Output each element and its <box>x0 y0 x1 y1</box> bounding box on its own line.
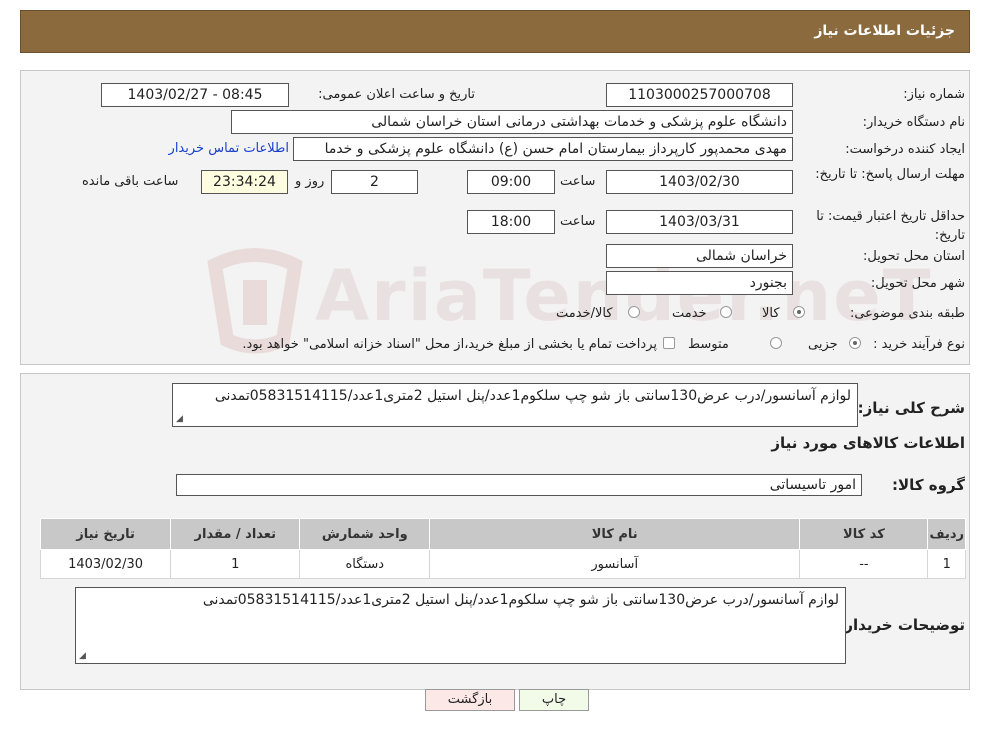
cell-goods-code: -- <box>799 549 929 579</box>
time-remaining-field: 23:34:24 <box>201 170 288 194</box>
goods-table-header-row: ردیف کد کالا نام کالا واحد شمارش تعداد /… <box>39 518 966 550</box>
goods-info-heading: اطلاعات کالاهای مورد نیاز <box>771 434 965 452</box>
col-quantity: تعداد / مقدار <box>170 518 301 550</box>
print-button[interactable]: چاپ <box>519 689 589 711</box>
need-summary-text: لوازم آسانسور/درب عرض130سانتی باز شو چپ … <box>214 388 851 404</box>
need-number-field: 1103000257000708 <box>606 83 793 107</box>
time-remaining-label: ساعت باقی مانده <box>82 174 179 189</box>
delivery-province-label: استان محل تحویل: <box>863 249 965 264</box>
delivery-city-label: شهر محل تحویل: <box>870 276 965 291</box>
deadline-date-field: 1403/02/30 <box>606 170 793 194</box>
back-button[interactable]: بازگشت <box>425 689 515 711</box>
treasury-payment-note: پرداخت تمام یا بخشی از مبلغ خرید،از محل … <box>242 337 657 352</box>
col-row-number: ردیف <box>927 518 966 550</box>
goods-group-field: امور تاسیساتی <box>176 474 862 496</box>
deadline-time-field: 09:00 <box>467 170 555 194</box>
buyer-contact-link[interactable]: اطلاعات تماس خریدار <box>157 141 289 156</box>
process-medium-label: متوسط <box>688 337 729 352</box>
price-validity-time-field: 18:00 <box>467 210 555 234</box>
cell-quantity: 1 <box>170 549 301 579</box>
days-remaining-field: 2 <box>331 170 418 194</box>
process-minor-label: جزیی <box>808 337 838 352</box>
category-radio-goods[interactable] <box>793 306 805 318</box>
days-label: روز و <box>295 174 325 189</box>
process-radio-minor[interactable] <box>849 337 861 349</box>
category-label: طبقه بندی موضوعی: <box>849 306 965 321</box>
cell-row-number: 1 <box>927 549 966 579</box>
process-type-label: نوع فرآیند خرید : <box>873 337 965 352</box>
col-unit: واحد شمارش <box>299 518 431 550</box>
col-goods-name: نام کالا <box>429 518 801 550</box>
buyer-notes-label: توضیحات خریدار: <box>838 616 965 634</box>
cell-goods-name: آسانسور <box>429 549 801 579</box>
category-goods-label: کالا <box>762 306 780 321</box>
buyer-notes-text: لوازم آسانسور/درب عرض130سانتی باز شو چپ … <box>202 592 839 608</box>
category-goods-service-label: کالا/خدمت <box>556 306 613 321</box>
requester-label: ایجاد کننده درخواست: <box>845 142 965 157</box>
category-radio-goods-service[interactable] <box>628 306 640 318</box>
treasury-payment-checkbox[interactable] <box>663 337 675 349</box>
price-validity-label: حداقل تاریخ اعتبار قیمت: تا تاریخ: <box>816 209 965 243</box>
deadline-time-label: ساعت <box>560 174 596 189</box>
goods-group-label: گروه کالا: <box>892 476 965 494</box>
buyer-notes-textarea: لوازم آسانسور/درب عرض130سانتی باز شو چپ … <box>75 587 846 664</box>
buyer-org-label: نام دستگاه خریدار: <box>862 115 965 130</box>
announce-datetime-label: تاریخ و ساعت اعلان عمومی: <box>318 87 475 102</box>
category-radio-service[interactable] <box>720 306 732 318</box>
requester-field: مهدی محمدپور کارپرداز بیمارستان امام حسن… <box>293 137 793 161</box>
col-need-date: تاریخ نیاز <box>39 518 172 550</box>
page-title: جزئیات اطلاعات نیاز <box>814 23 955 39</box>
need-number-label: شماره نیاز: <box>903 87 965 102</box>
page-header: جزئیات اطلاعات نیاز <box>20 10 970 53</box>
category-service-label: خدمت <box>672 306 707 321</box>
goods-table: ردیف کد کالا نام کالا واحد شمارش تعداد /… <box>39 518 966 579</box>
resize-grip-icon[interactable]: ◢ <box>176 414 183 424</box>
announce-datetime-field: 1403/02/27 - 08:45 <box>101 83 289 107</box>
price-validity-time-label: ساعت <box>560 214 596 229</box>
need-summary-label: شرح کلی نیاز: <box>857 399 965 417</box>
table-row: 1 -- آسانسور دستگاه 1 1403/02/30 <box>39 549 966 579</box>
cell-unit: دستگاه <box>299 549 431 579</box>
buyer-org-field: دانشگاه علوم پزشکی و خدمات بهداشتی درمان… <box>231 110 793 134</box>
cell-need-date: 1403/02/30 <box>39 549 172 579</box>
process-radio-medium[interactable] <box>770 337 782 349</box>
resize-grip-icon[interactable]: ◢ <box>79 651 86 661</box>
delivery-city-field: بجنورد <box>606 271 793 295</box>
need-summary-textarea: لوازم آسانسور/درب عرض130سانتی باز شو چپ … <box>172 383 858 427</box>
delivery-province-field: خراسان شمالی <box>606 244 793 268</box>
col-goods-code: کد کالا <box>799 518 929 550</box>
price-validity-date-field: 1403/03/31 <box>606 210 793 234</box>
deadline-label: مهلت ارسال پاسخ: تا تاریخ: <box>815 167 965 182</box>
